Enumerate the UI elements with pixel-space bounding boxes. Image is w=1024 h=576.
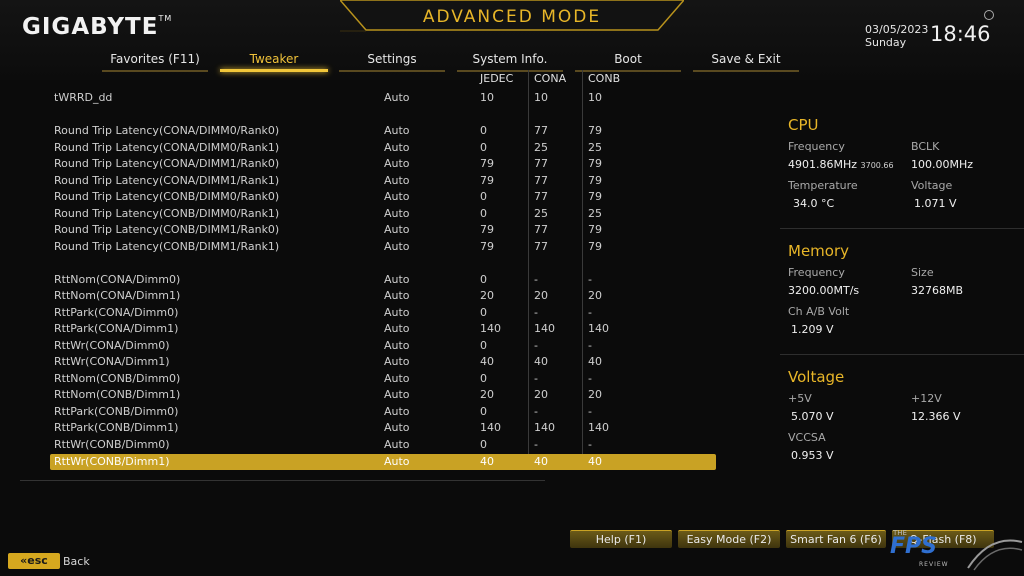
setting-row[interactable]: RttPark(CONB/Dimm1) Auto 140 140 140 xyxy=(50,420,716,436)
setting-row[interactable]: RttPark(CONB/Dimm0) Auto 0- - xyxy=(50,404,716,420)
setting-row[interactable]: RttPark(CONA/Dimm1) Auto 140 140 140 xyxy=(50,321,716,337)
setting-row[interactable]: Round Trip Latency(CONB/DIMM0/Rank1) Auto… xyxy=(50,206,716,222)
column-header-jedec: JEDEC xyxy=(480,72,514,85)
clock-display: 18:46 xyxy=(930,22,991,46)
power-icon[interactable] xyxy=(984,10,994,20)
tab-tweaker[interactable]: Tweaker xyxy=(220,50,328,74)
watermark-fps: FPS xyxy=(890,534,937,559)
setting-row[interactable]: RttNom(CONB/Dimm0) Auto 0- - xyxy=(50,371,716,387)
setting-row[interactable]: Round Trip Latency(CONB/DIMM0/Rank0) Auto… xyxy=(50,189,716,205)
setting-row[interactable]: Round Trip Latency(CONA/DIMM0/Rank0) Auto… xyxy=(50,123,716,139)
memory-volt-label: Ch A/B Volt xyxy=(788,305,850,318)
v12-label: +12V xyxy=(911,392,942,405)
v5-label: +5V xyxy=(788,392,812,405)
setting-row[interactable]: RttNom(CONA/Dimm0) Auto 0- - xyxy=(50,272,716,288)
setting-row[interactable]: RttPark(CONA/Dimm0) Auto 0- - xyxy=(50,305,716,321)
date-display: 03/05/2023 xyxy=(865,23,929,36)
tab-favorites[interactable]: Favorites (F11) xyxy=(102,50,208,74)
setting-row[interactable]: Round Trip Latency(CONA/DIMM1/Rank1) Auto… xyxy=(50,173,716,189)
tab-save-exit[interactable]: Save & Exit xyxy=(693,50,799,74)
cpu-temperature-value: 34.0 °C xyxy=(793,197,835,210)
esc-button[interactable]: «esc xyxy=(8,553,60,569)
mode-title: ADVANCED MODE xyxy=(422,7,602,27)
cpu-temperature-label: Temperature xyxy=(788,179,858,192)
memory-size-value: 32768MB xyxy=(911,284,964,297)
day-display: Sunday xyxy=(865,36,907,49)
cpu-voltage-value: 1.071 V xyxy=(914,197,957,210)
v12-value: 12.366 V xyxy=(911,410,961,423)
setting-row[interactable]: RttNom(CONB/Dimm1) Auto 20 20 20 xyxy=(50,387,716,403)
setting-row-selected[interactable]: RttWr(CONB/Dimm1) Auto 40 40 40 xyxy=(50,454,716,470)
setting-row[interactable]: tWRRD_dd Auto 10 10 10 xyxy=(50,90,716,106)
gigabyte-logo: GIGABYTETM xyxy=(22,14,173,40)
tab-boot[interactable]: Boot xyxy=(575,50,681,74)
setting-row[interactable]: Round Trip Latency(CONA/DIMM1/Rank0) Auto… xyxy=(50,156,716,172)
back-label: Back xyxy=(63,555,90,568)
vccsa-value: 0.953 V xyxy=(791,449,834,462)
help-button[interactable]: Help (F1) xyxy=(570,530,672,548)
tab-settings[interactable]: Settings xyxy=(339,50,445,74)
v5-value: 5.070 V xyxy=(791,410,834,423)
memory-section-title: Memory xyxy=(788,242,850,260)
setting-row[interactable]: RttWr(CONA/Dimm1) Auto 40 40 40 xyxy=(50,354,716,370)
list-divider xyxy=(20,480,545,481)
panel-divider xyxy=(780,354,1024,355)
voltage-section-title: Voltage xyxy=(788,368,845,386)
setting-row[interactable]: Round Trip Latency(CONB/DIMM1/Rank1) Auto… xyxy=(50,239,716,255)
memory-frequency-value: 3200.00MT/s xyxy=(788,284,860,297)
column-header-conb: CONB xyxy=(588,72,621,85)
cpu-frequency-label: Frequency xyxy=(788,140,845,153)
panel-divider xyxy=(780,228,1024,229)
cpu-bclk-label: BCLK xyxy=(911,140,940,153)
setting-row[interactable]: RttNom(CONA/Dimm1) Auto 20 20 20 xyxy=(50,288,716,304)
easy-mode-button[interactable]: Easy Mode (F2) xyxy=(678,530,780,548)
setting-row[interactable]: Round Trip Latency(CONB/DIMM1/Rank0) Auto… xyxy=(50,222,716,238)
column-header-cona: CONA xyxy=(534,72,567,85)
memory-frequency-label: Frequency xyxy=(788,266,845,279)
smart-fan-button[interactable]: Smart Fan 6 (F6) xyxy=(786,530,886,548)
cpu-frequency-value: 4901.86MHz 3700.66 xyxy=(788,158,894,171)
cpu-bclk-value: 100.00MHz xyxy=(911,158,974,171)
memory-volt-value: 1.209 V xyxy=(791,323,834,336)
setting-row[interactable]: RttWr(CONB/Dimm0) Auto 0- - xyxy=(50,437,716,453)
setting-row[interactable]: RttWr(CONA/Dimm0) Auto 0- - xyxy=(50,338,716,354)
setting-row[interactable]: Round Trip Latency(CONA/DIMM0/Rank1) Auto… xyxy=(50,140,716,156)
cpu-voltage-label: Voltage xyxy=(911,179,953,192)
memory-size-label: Size xyxy=(911,266,934,279)
cpu-section-title: CPU xyxy=(788,116,819,134)
watermark-review: REVIEW xyxy=(919,561,949,568)
vccsa-label: VCCSA xyxy=(788,431,826,444)
tab-system-info[interactable]: System Info. xyxy=(457,50,563,74)
